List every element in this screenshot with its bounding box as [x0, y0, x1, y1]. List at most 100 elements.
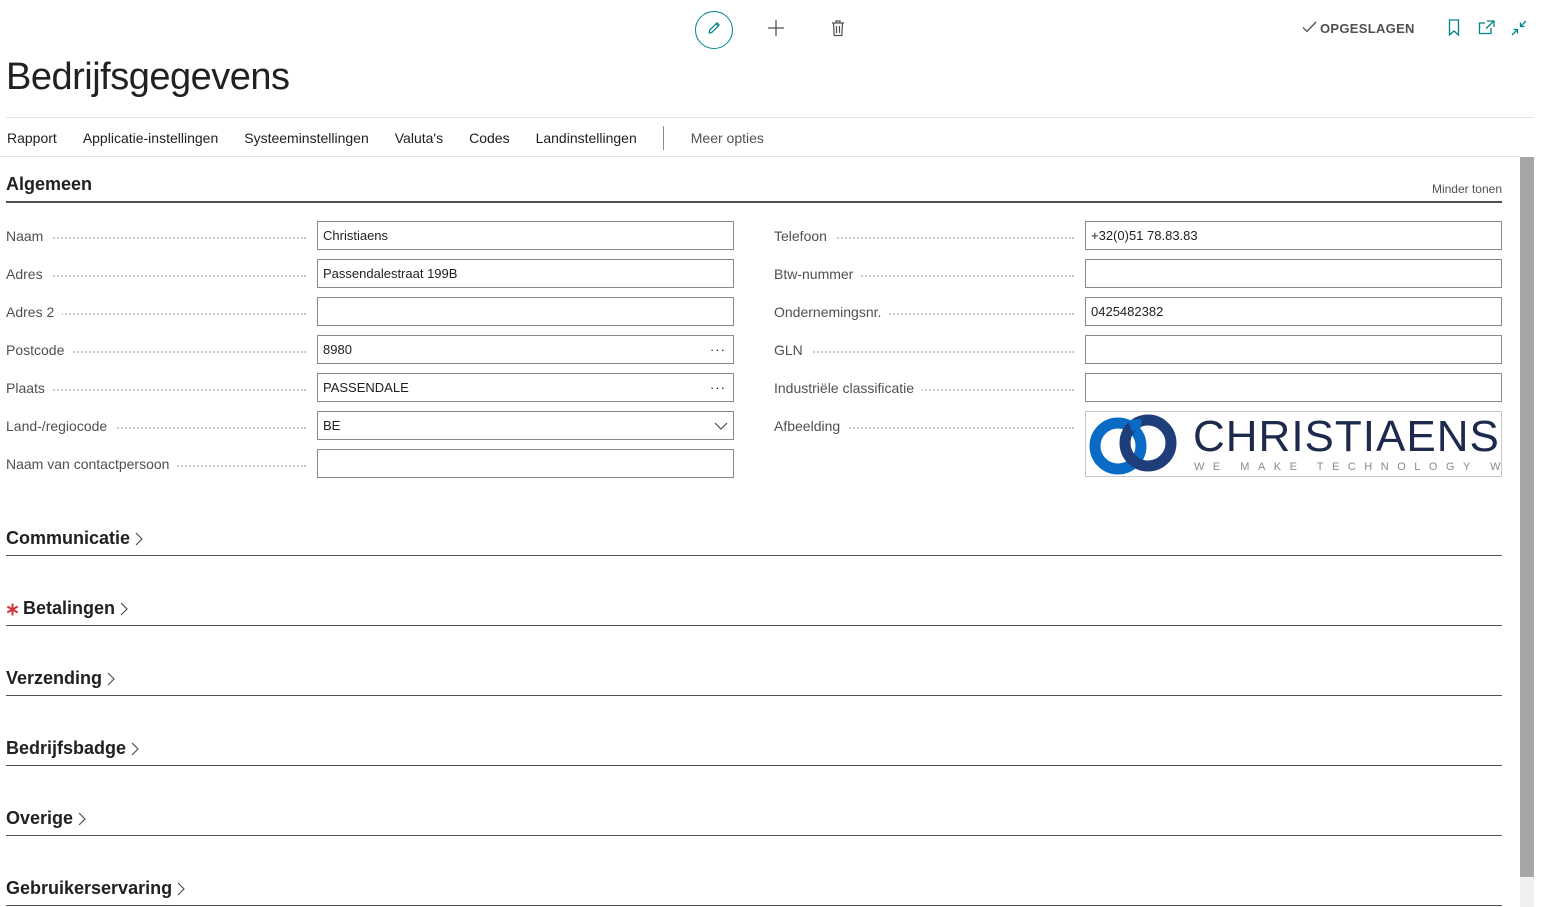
- action-applicatie-instellingen[interactable]: Applicatie-instellingen: [70, 130, 231, 146]
- company-logo-image[interactable]: CHRISTIAENS WE MAKE TECHNOLOGY WORK: [1085, 411, 1502, 477]
- saved-label: OPGESLAGEN: [1320, 21, 1415, 36]
- action-rapport[interactable]: Rapport: [0, 130, 70, 146]
- section-gebruikerservaring: Gebruikerservaring: [6, 878, 1502, 906]
- saved-status: OPGESLAGEN: [1302, 21, 1415, 36]
- ondernemingsnr-input[interactable]: 0425482382: [1085, 297, 1502, 326]
- field-label-btw-nummer: Btw-nummer: [774, 265, 862, 282]
- field-btw-nummer: Btw-nummer: [774, 259, 1502, 288]
- logo-name: CHRISTIAENS: [1193, 412, 1500, 461]
- field-label-telefoon: Telefoon: [774, 227, 835, 244]
- chevron-right-icon: [107, 672, 115, 686]
- field-label-gln: GLN: [774, 341, 811, 358]
- field-plaats: Plaats PASSENDALE ···: [6, 373, 734, 402]
- page-title: Bedrijfsgegevens: [6, 56, 290, 98]
- open-in-new-window-icon: [1478, 20, 1495, 40]
- plaats-input[interactable]: PASSENDALE ···: [317, 373, 734, 402]
- section-title-betalingen: Betalingen: [23, 598, 116, 618]
- plus-icon: [767, 19, 785, 42]
- field-postcode: Postcode 8980 ···: [6, 335, 734, 364]
- field-label-adres: Adres: [6, 265, 51, 282]
- section-algemeen: Algemeen Minder tonen: [6, 174, 1502, 203]
- action-landinstellingen[interactable]: Landinstellingen: [523, 130, 650, 146]
- section-bedrijfsbadge: Bedrijfsbadge: [6, 738, 1502, 766]
- chevron-right-icon: [131, 742, 139, 756]
- section-toggle-communicatie[interactable]: Communicatie: [6, 528, 143, 549]
- btw-nummer-input[interactable]: [1085, 259, 1502, 288]
- section-toggle-gebruikerservaring[interactable]: Gebruikerservaring: [6, 878, 185, 899]
- show-less-link[interactable]: Minder tonen: [1432, 182, 1502, 196]
- section-title-communicatie: Communicatie: [6, 528, 131, 548]
- telefoon-value: +32(0)51 78.83.83: [1091, 228, 1198, 243]
- edit-button[interactable]: [695, 11, 733, 49]
- field-naam: Naam Christiaens: [6, 221, 734, 250]
- section-toggle-betalingen[interactable]: Betalingen: [6, 598, 128, 619]
- section-title-verzending: Verzending: [6, 668, 103, 688]
- adres-value: Passendalestraat 199B: [323, 266, 458, 281]
- open-new-window-button[interactable]: [1474, 18, 1498, 42]
- collapse-button[interactable]: [1507, 18, 1531, 42]
- field-label-adres-2: Adres 2: [6, 303, 63, 320]
- adres-input[interactable]: Passendalestraat 199B: [317, 259, 734, 288]
- section-title-overige: Overige: [6, 808, 74, 828]
- ellipsis-icon[interactable]: ···: [710, 342, 728, 357]
- naam-input[interactable]: Christiaens: [317, 221, 734, 250]
- field-label-ondernemingsnr: Ondernemingsnr.: [774, 303, 890, 320]
- naam-contactpersoon-input[interactable]: [317, 449, 734, 478]
- leader-dots: [6, 275, 306, 277]
- postcode-value: 8980: [323, 342, 352, 357]
- section-toggle-bedrijfsbadge[interactable]: Bedrijfsbadge: [6, 738, 139, 759]
- telefoon-input[interactable]: +32(0)51 78.83.83: [1085, 221, 1502, 250]
- field-ondernemingsnr: Ondernemingsnr. 0425482382: [774, 297, 1502, 326]
- new-button[interactable]: [764, 18, 788, 42]
- plaats-value: PASSENDALE: [323, 380, 409, 395]
- logo-mark-icon: [1089, 414, 1177, 475]
- field-telefoon: Telefoon +32(0)51 78.83.83: [774, 221, 1502, 250]
- leader-dots: [774, 351, 1074, 353]
- top-bar: OPGESLAGEN: [0, 0, 1556, 60]
- section-verzending: Verzending: [6, 668, 1502, 696]
- collapse-icon: [1511, 20, 1527, 41]
- scrollbar[interactable]: [1520, 157, 1534, 907]
- section-title-gebruikerservaring: Gebruikerservaring: [6, 878, 173, 898]
- adres-2-input[interactable]: [317, 297, 734, 326]
- field-afbeelding: Afbeelding: [774, 411, 1079, 440]
- field-label-plaats: Plaats: [6, 379, 53, 396]
- scrollbar-thumb[interactable]: [1520, 157, 1534, 877]
- bookmark-icon: [1448, 19, 1460, 41]
- ellipsis-icon[interactable]: ···: [710, 380, 728, 395]
- action-separator: [662, 126, 664, 150]
- action-valutas[interactable]: Valuta's: [382, 130, 456, 146]
- logo-tagline: WE MAKE TECHNOLOGY WORK: [1194, 461, 1501, 473]
- industriele-classificatie-input[interactable]: [1085, 373, 1502, 402]
- field-label-afbeelding: Afbeelding: [774, 417, 849, 434]
- field-land-regiocode: Land-/regiocode BE: [6, 411, 734, 440]
- section-toggle-verzending[interactable]: Verzending: [6, 668, 115, 689]
- postcode-input[interactable]: 8980 ···: [317, 335, 734, 364]
- land-regiocode-value: BE: [323, 418, 341, 433]
- field-label-industriele-classificatie: Industriële classificatie: [774, 379, 923, 396]
- chevron-down-icon[interactable]: [714, 422, 728, 430]
- pencil-icon: [706, 20, 722, 41]
- field-gln: GLN: [774, 335, 1502, 364]
- section-betalingen: Betalingen: [6, 598, 1502, 626]
- land-regiocode-select[interactable]: BE: [317, 411, 734, 440]
- section-toggle-overige[interactable]: Overige: [6, 808, 86, 829]
- field-adres: Adres Passendalestraat 199B: [6, 259, 734, 288]
- section-title-algemeen[interactable]: Algemeen: [6, 174, 92, 195]
- action-codes[interactable]: Codes: [456, 130, 522, 146]
- gln-input[interactable]: [1085, 335, 1502, 364]
- delete-button[interactable]: [826, 18, 850, 42]
- chevron-right-icon: [135, 532, 143, 546]
- action-more-options[interactable]: Meer opties: [677, 130, 777, 146]
- bookmark-button[interactable]: [1442, 18, 1466, 42]
- checkmark-icon: [1302, 21, 1317, 36]
- field-label-naam-contactpersoon: Naam van contactpersoon: [6, 455, 178, 472]
- chevron-right-icon: [78, 812, 86, 826]
- section-title-bedrijfsbadge: Bedrijfsbadge: [6, 738, 127, 758]
- action-systeeminstellingen[interactable]: Systeeminstellingen: [231, 130, 382, 146]
- field-label-naam: Naam: [6, 227, 52, 244]
- section-communicatie: Communicatie: [6, 528, 1502, 556]
- field-adres-2: Adres 2: [6, 297, 734, 326]
- field-label-land-regiocode: Land-/regiocode: [6, 417, 116, 434]
- required-asterisk-icon: [6, 601, 19, 617]
